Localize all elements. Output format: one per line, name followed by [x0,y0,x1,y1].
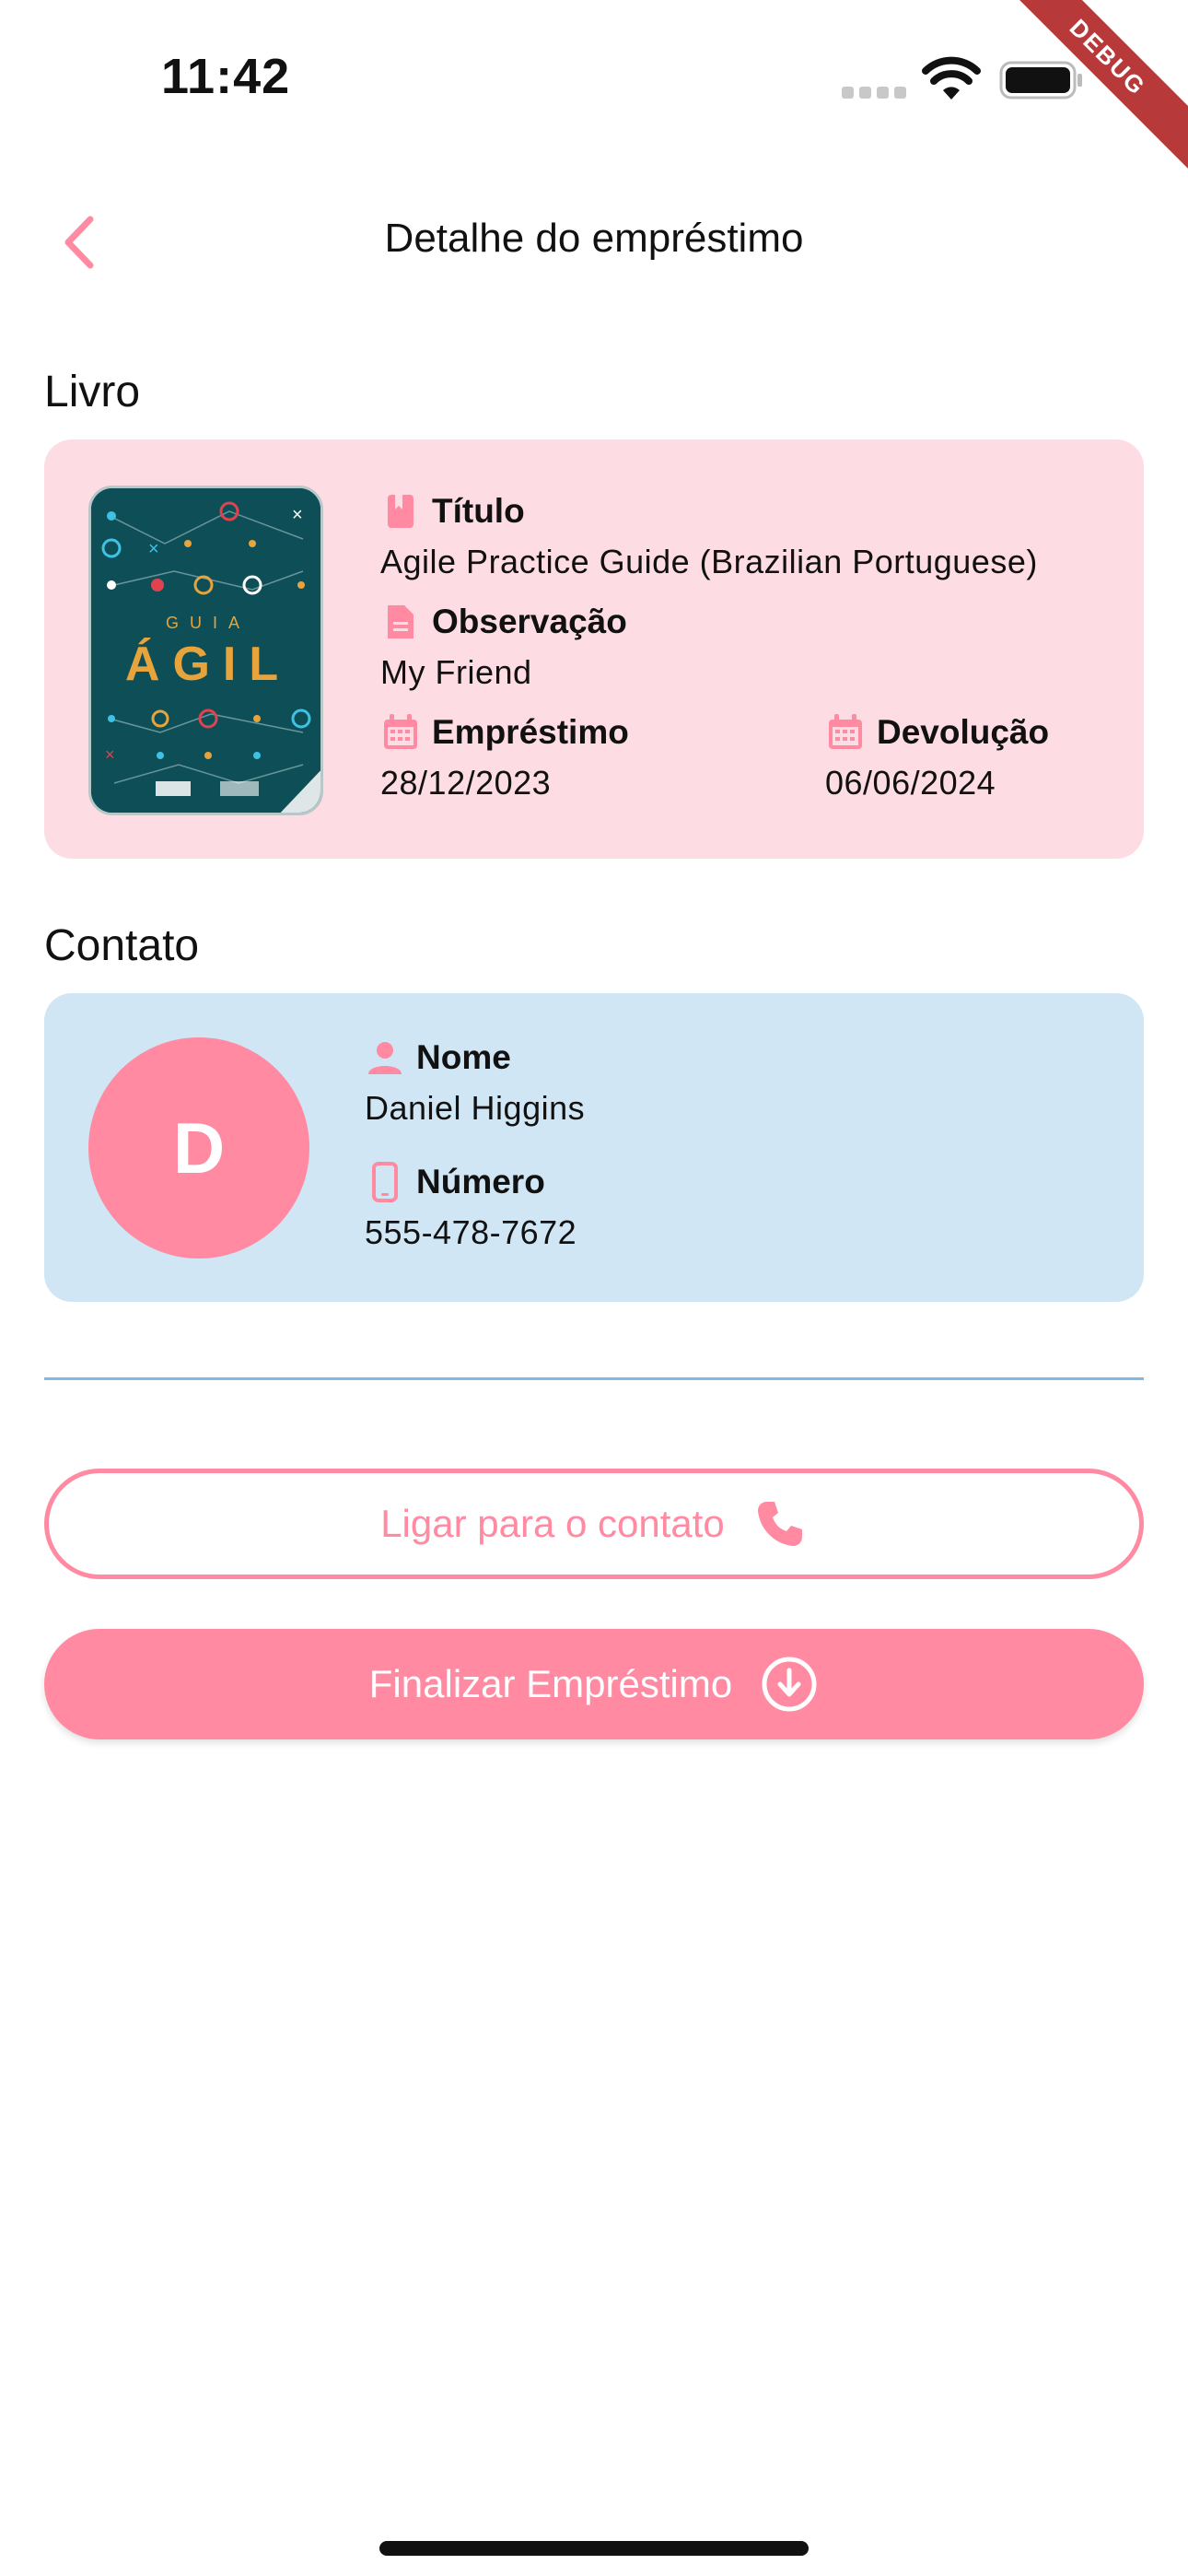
return-date-field: Devolução 06/06/2024 [825,712,1049,802]
section-title-book: Livro [44,368,141,416]
calendar-icon [829,714,862,749]
bookmark-icon [388,495,413,528]
cover-text-guia: GUIA [166,614,250,632]
finish-loan-button[interactable]: Finalizar Empréstimo [44,1629,1144,1739]
person-icon [368,1042,402,1074]
loan-date-value: 28/12/2023 [380,764,552,802]
document-icon [388,605,413,638]
contact-name-label: Nome [416,1038,511,1076]
book-cover-image: × × GUIA ÁGIL × [88,486,323,815]
svg-text:×: × [105,745,115,764]
section-title-contact: Contato [44,921,200,970]
book-note-value: My Friend [380,653,532,691]
call-contact-label: Ligar para o contato [380,1502,725,1545]
status-time: 11:42 [161,49,291,104]
contact-name-field: Nome Daniel Higgins [365,1037,585,1128]
download-circle-icon [762,1657,817,1712]
contact-name-value: Daniel Higgins [365,1089,586,1127]
book-note-field: Observação My Friend [380,602,627,692]
avatar: D [88,1037,309,1259]
contact-number-label: Número [416,1163,545,1200]
contact-number-value: 555-478-7672 [365,1213,577,1251]
status-bar: 11:42 DEBUG [0,0,1188,181]
battery-icon [999,61,1082,100]
divider [44,1377,1144,1380]
home-indicator[interactable] [379,2541,809,2556]
return-date-label: Devolução [877,713,1050,751]
call-contact-button[interactable]: Ligar para o contato [44,1469,1144,1579]
finish-loan-label: Finalizar Empréstimo [368,1662,733,1705]
wifi-icon [922,56,981,100]
svg-text:×: × [148,539,159,559]
svg-text:×: × [292,505,303,525]
calendar-icon [384,714,417,749]
contact-card: D Nome Daniel Higgins Número 555-478-767… [44,993,1144,1302]
app-bar: Detalhe do empréstimo [0,193,1188,286]
page-title: Detalhe do empréstimo [384,216,804,261]
loan-date-field: Empréstimo 28/12/2023 [380,712,629,802]
return-date-value: 06/06/2024 [825,764,996,802]
book-card: × × GUIA ÁGIL × Título Agile Practice Gu… [44,439,1144,859]
cover-text-agil: ÁGIL [125,638,291,691]
loan-date-label: Empréstimo [432,713,629,751]
cellular-signal-icon [842,87,906,99]
contact-number-field: Número 555-478-7672 [365,1162,577,1252]
book-title-label: Título [432,492,525,530]
phone-call-icon [757,1502,802,1546]
phone-icon [372,1162,398,1202]
book-title-field: Título Agile Practice Guide (Brazilian P… [380,491,1038,581]
book-title-value: Agile Practice Guide (Brazilian Portugue… [380,543,1038,580]
book-note-label: Observação [432,603,627,640]
